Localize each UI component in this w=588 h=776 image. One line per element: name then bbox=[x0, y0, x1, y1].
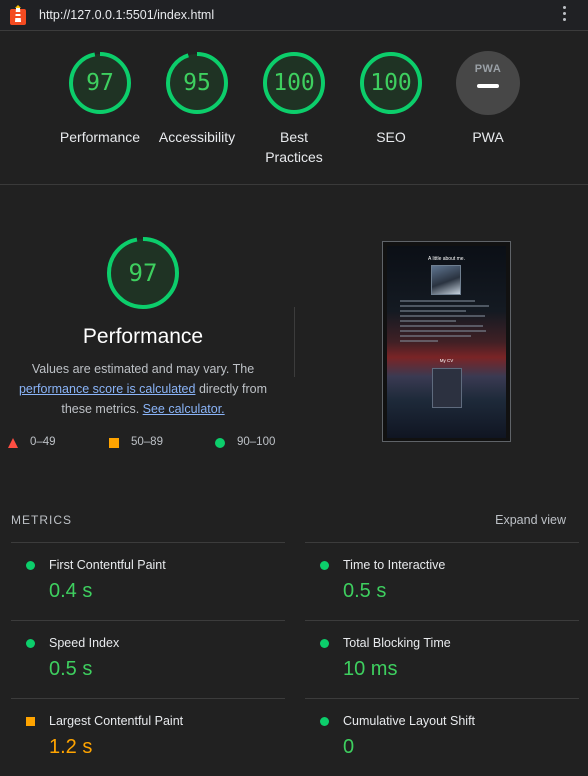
pass-circle-icon bbox=[320, 561, 329, 570]
legend-label: 50–89 bbox=[131, 436, 163, 448]
pass-circle-icon bbox=[320, 717, 329, 726]
square-icon bbox=[109, 438, 119, 448]
screenshot-cv-title: My CV bbox=[439, 358, 454, 363]
performance-section: 97 Performance Values are estimated and … bbox=[0, 185, 588, 485]
gauge-score: 95 bbox=[183, 70, 211, 96]
gauge-performance[interactable]: 97 Performance bbox=[55, 51, 145, 147]
metric-value: 1.2 s bbox=[49, 736, 93, 758]
metric-name: Cumulative Layout Shift bbox=[343, 714, 476, 728]
pass-circle-icon bbox=[320, 639, 329, 648]
gauge-seo[interactable]: 100 SEO bbox=[346, 51, 436, 147]
page-url: http://127.0.0.1:5501/index.html bbox=[39, 8, 215, 22]
gauge-label: SEO bbox=[376, 129, 406, 145]
performance-gauge: 97 bbox=[106, 236, 180, 310]
metric-name: First Contentful Paint bbox=[49, 558, 166, 572]
pwa-dash bbox=[477, 84, 499, 88]
triangle-icon bbox=[8, 438, 18, 448]
gauge-accessibility[interactable]: 95 Accessibility bbox=[152, 51, 242, 147]
screenshot-photo bbox=[431, 265, 461, 295]
top-bar: http://127.0.0.1:5501/index.html bbox=[0, 0, 588, 31]
metric-value: 0.5 s bbox=[343, 580, 387, 602]
metric-value: 0.5 s bbox=[49, 658, 93, 680]
metric-speed-index[interactable]: Speed Index 0.5 s bbox=[11, 620, 285, 698]
final-screenshot-thumbnail[interactable]: A little about me. My CV bbox=[382, 241, 511, 442]
gauge-score: 100 bbox=[273, 70, 315, 96]
metric-value: 0 bbox=[343, 736, 355, 758]
gauge-pwa[interactable]: PWA PWA bbox=[443, 51, 533, 147]
gauge-label: PWA bbox=[472, 129, 504, 145]
gauge-label: Best Practices bbox=[265, 129, 323, 165]
metric-total-blocking-time[interactable]: Total Blocking Time 10 ms bbox=[305, 620, 579, 698]
screenshot-image: A little about me. My CV bbox=[387, 246, 506, 438]
metric-value: 0.4 s bbox=[49, 580, 93, 602]
pwa-badge-text: PWA bbox=[474, 63, 502, 75]
pass-circle-icon bbox=[26, 639, 35, 648]
metric-name: Total Blocking Time bbox=[343, 636, 451, 650]
gauge-score: 100 bbox=[370, 70, 412, 96]
lighthouse-icon bbox=[10, 5, 26, 25]
more-options-icon[interactable] bbox=[561, 6, 567, 24]
screenshot-text-lines bbox=[400, 300, 494, 345]
gauge-best-practices[interactable]: 100 Best Practices bbox=[249, 51, 339, 167]
metrics-title: METRICS bbox=[11, 513, 72, 527]
metrics-header: METRICS Expand view bbox=[11, 513, 566, 529]
score-calculated-link[interactable]: performance score is calculated bbox=[19, 382, 195, 396]
screenshot-title: A little about me. bbox=[428, 256, 465, 262]
expand-view-button[interactable]: Expand view bbox=[495, 513, 566, 527]
circle-icon bbox=[215, 438, 225, 448]
metric-first-contentful-paint[interactable]: First Contentful Paint 0.4 s bbox=[11, 542, 285, 620]
pwa-badge-icon: PWA bbox=[456, 51, 520, 115]
metric-name: Speed Index bbox=[49, 636, 120, 650]
category-gauges: 97 Performance 95 Accessibility 100 Best… bbox=[0, 31, 588, 185]
legend-label: 0–49 bbox=[30, 436, 56, 448]
metric-cumulative-layout-shift[interactable]: Cumulative Layout Shift 0 bbox=[305, 698, 579, 776]
metric-value: 10 ms bbox=[343, 658, 398, 680]
performance-description: Values are estimated and may vary. The p… bbox=[10, 359, 276, 419]
average-square-icon bbox=[26, 717, 35, 726]
legend-label: 90–100 bbox=[237, 436, 276, 448]
gauge-label: Performance bbox=[59, 129, 141, 145]
metric-name: Largest Contentful Paint bbox=[49, 714, 184, 728]
desc-text: Values are estimated and may vary. The bbox=[31, 362, 255, 376]
screenshot-cv-image bbox=[432, 368, 462, 408]
metric-time-to-interactive[interactable]: Time to Interactive 0.5 s bbox=[305, 542, 579, 620]
gauge-label: Accessibility bbox=[158, 129, 236, 145]
pass-circle-icon bbox=[26, 561, 35, 570]
metric-largest-contentful-paint[interactable]: Largest Contentful Paint 1.2 s bbox=[11, 698, 285, 776]
divider bbox=[294, 307, 295, 377]
gauge-score: 97 bbox=[86, 70, 114, 96]
see-calculator-link[interactable]: See calculator. bbox=[143, 402, 225, 416]
performance-score: 97 bbox=[128, 259, 158, 287]
performance-title: Performance bbox=[82, 325, 204, 348]
metric-name: Time to Interactive bbox=[343, 558, 446, 572]
